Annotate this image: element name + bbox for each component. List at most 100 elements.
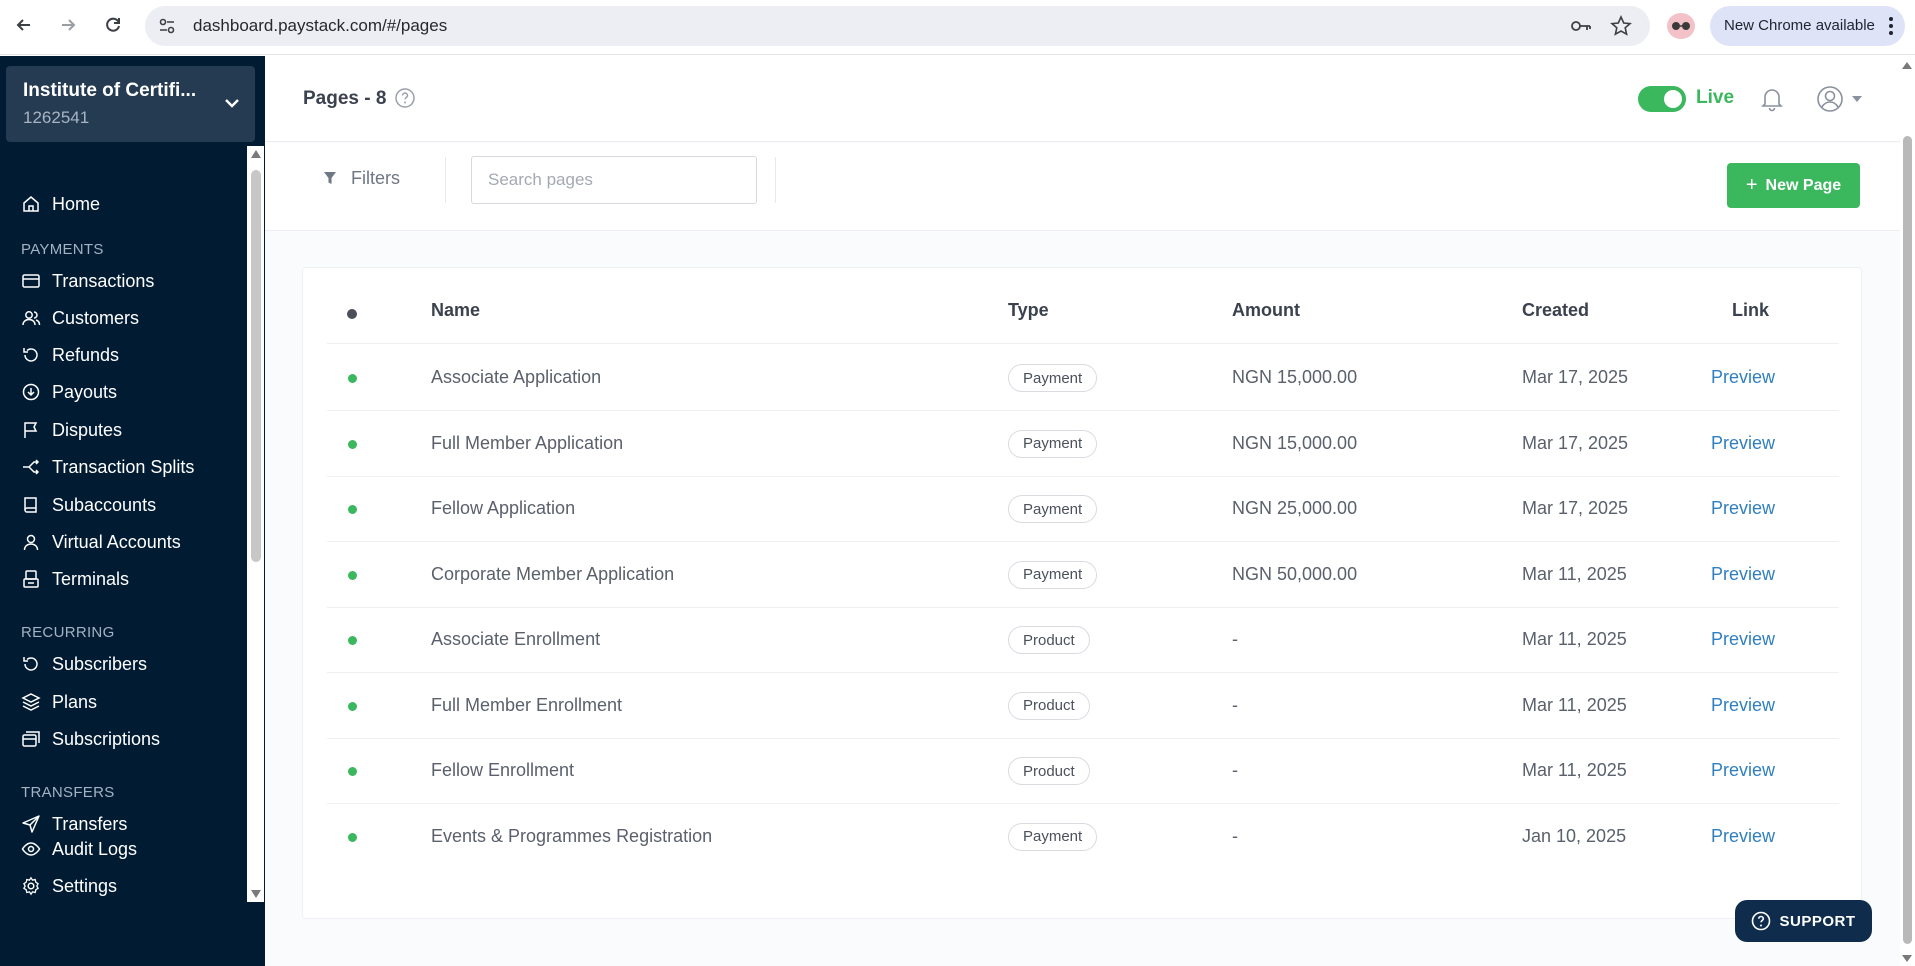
table-row[interactable]: Full Member Application Payment NGN 15,000… [327,411,1839,477]
filter-toolbar: Filters + New Page [265,143,1900,231]
sidebar-item-disputes[interactable]: Disputes [0,412,246,448]
preview-link[interactable]: Preview [1711,695,1775,716]
caret-down-icon[interactable] [1852,96,1862,102]
type-badge: Payment [1008,560,1098,589]
site-settings-icon[interactable] [157,16,177,36]
pages-table: Name Type Amount Created Link Associate … [302,267,1862,919]
preview-link[interactable]: Preview [1711,826,1775,847]
preview-link[interactable]: Preview [1711,760,1775,781]
kebab-menu-icon[interactable] [1885,14,1897,38]
sidebar-item-subscribers[interactable]: Subscribers [0,646,246,682]
filter-funnel-icon [324,172,336,184]
table-row[interactable]: Fellow Application Payment NGN 25,000.00 Ma… [327,476,1839,542]
split-icon [23,459,40,475]
page-amount: NGN 50,000.00 [1232,563,1358,584]
table-row[interactable]: Full Member Enrollment Product - Mar 11, 20… [327,673,1839,739]
scroll-down-arrow-icon[interactable] [1902,955,1912,962]
table-row[interactable]: Corporate Member Application Payment NGN 5… [327,542,1839,608]
column-header-created[interactable]: Created [1522,300,1589,321]
sidebar-scroll-thumb[interactable] [251,170,261,562]
sidebar-item-refunds[interactable]: Refunds [0,337,246,373]
sidebar-item-home[interactable]: Home [0,186,246,222]
type-badge: Product [1008,691,1090,720]
table-row[interactable]: Events & Programmes Registration Payment -… [327,804,1839,870]
page-name: Fellow Application [431,498,576,518]
created-date: Mar 17, 2025 [1522,367,1629,387]
sidebar-item-settings[interactable]: Settings [0,868,246,904]
business-id: 1262541 [23,108,90,127]
url-text[interactable]: dashboard.paystack.com/#/pages [193,16,447,36]
page-amount: NGN 15,000.00 [1232,367,1358,387]
sidebar-item-audit-logs[interactable]: Audit Logs [0,831,246,867]
sidebar-item-transactions[interactable]: Transactions [0,263,246,299]
back-icon[interactable] [11,12,37,38]
user-avatar-icon[interactable] [1815,84,1845,114]
filters-label: Filters [351,167,400,188]
status-dot-active [348,439,357,449]
created-date: Jan 10, 2025 [1522,825,1627,846]
table-row[interactable]: Associate Application Payment NGN 15,000.0… [327,345,1839,411]
business-switcher[interactable]: Institute of Certifi... 1262541 [6,66,255,142]
sidebar-scrollbar[interactable] [247,146,264,902]
help-circle-icon[interactable] [394,87,416,109]
refund-icon [23,348,38,362]
profile-extension-icon[interactable] [1667,13,1695,39]
table-row[interactable]: Fellow Enrollment Product - Mar 11, 2025 Pre… [327,738,1839,804]
sidebar-item-virtual-accounts[interactable]: Virtual Accounts [0,524,246,560]
column-header-name[interactable]: Name [431,300,480,321]
live-mode-toggle[interactable] [1638,86,1686,112]
sidebar-item-label: Terminals [52,568,130,589]
payout-icon [22,383,40,401]
preview-link[interactable]: Preview [1711,433,1775,454]
main-content: Pages - 8 Live Filters + New Page Name T… [265,56,1900,966]
sidebar-item-subscriptions[interactable]: Subscriptions [0,721,246,757]
password-key-icon[interactable] [1570,16,1592,36]
page-scrollbar[interactable] [1900,56,1915,966]
preview-link[interactable]: Preview [1711,629,1775,650]
sidebar-item-transaction-splits[interactable]: Transaction Splits [0,449,246,485]
sidebar-item-payouts[interactable]: Payouts [0,374,246,410]
flag-icon [24,422,38,438]
sidebar-item-label: Transaction Splits [52,456,195,477]
toolbar-divider [775,157,776,203]
address-bar[interactable]: dashboard.paystack.com/#/pages [145,6,1650,46]
sidebar-item-label: Settings [52,875,118,896]
gear-icon [23,876,39,896]
search-input[interactable] [471,156,757,204]
eye-icon [21,842,41,856]
forward-icon[interactable] [55,12,81,38]
sidebar-nav: Home PAYMENTS Transactions Customers Ref… [0,146,246,902]
support-button[interactable]: SUPPORT [1735,900,1872,942]
users-icon [22,311,41,326]
page-amount: NGN 25,000.00 [1232,498,1358,518]
sidebar-item-terminals[interactable]: Terminals [0,561,246,597]
preview-link[interactable]: Preview [1711,564,1775,585]
column-header-amount[interactable]: Amount [1232,300,1300,321]
chevron-down-icon[interactable] [221,92,243,114]
bookmark-star-icon[interactable] [1610,15,1632,37]
toolbar-divider [445,157,446,203]
new-page-button[interactable]: + New Page [1727,163,1860,208]
sidebar-item-label: Subscribers [52,653,148,674]
book-icon [24,497,37,513]
status-dot-active [348,374,357,383]
column-header-type[interactable]: Type [1008,300,1049,321]
preview-link[interactable]: Preview [1711,367,1775,388]
bell-icon[interactable] [1759,86,1785,112]
layers-icon [21,693,41,711]
page-header: Pages - 8 Live [265,56,1900,142]
sidebar-item-customers[interactable]: Customers [0,300,246,336]
page-scroll-thumb[interactable] [1903,136,1912,944]
table-row[interactable]: Associate Enrollment Product - Mar 11, 2025… [327,607,1839,673]
plus-icon: + [1745,174,1758,196]
filters-button[interactable]: Filters [323,163,400,193]
reload-icon[interactable] [100,12,126,38]
created-date: Mar 11, 2025 [1522,563,1627,584]
scroll-up-arrow-icon[interactable] [251,150,261,158]
sidebar-item-plans[interactable]: Plans [0,684,246,720]
chrome-update-button[interactable]: New Chrome available [1710,6,1905,46]
page-name: Full Member Application [431,432,624,453]
scroll-up-arrow-icon[interactable] [1902,62,1912,69]
sidebar-item-subaccounts[interactable]: Subaccounts [0,487,246,523]
preview-link[interactable]: Preview [1711,498,1775,519]
